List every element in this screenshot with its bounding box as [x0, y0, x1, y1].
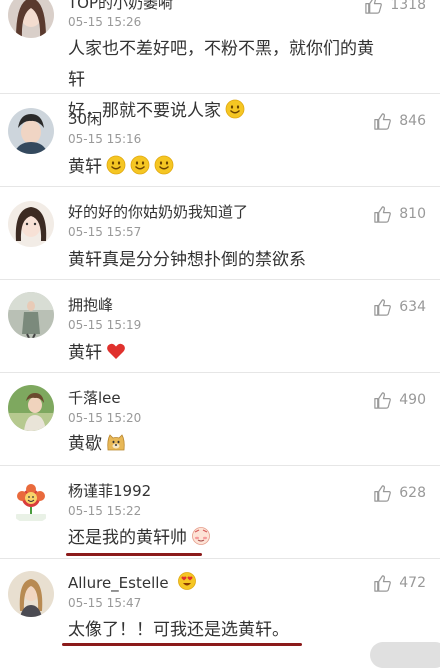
timestamp: 05-15 15:57	[68, 225, 142, 239]
smile-emoji-icon	[154, 155, 174, 175]
username[interactable]: Allure_Estelle	[68, 571, 197, 592]
comment-item: TOP的小奶萎嗬 05-15 15:26 1318 人家也不差好吧，不粉不黑，就…	[0, 0, 440, 121]
like-button[interactable]: 628	[373, 482, 426, 504]
avatar[interactable]	[8, 385, 54, 431]
comment-text-line: 黄轩	[68, 157, 102, 177]
username[interactable]: 好的好的你姑奶奶我知道了	[68, 201, 248, 222]
timestamp: 05-15 15:20	[68, 411, 142, 425]
smile-emoji-icon	[106, 155, 126, 175]
avatar[interactable]	[8, 571, 54, 617]
comment-text: 黄轩真是分分钟想扑倒的禁欲系	[68, 245, 368, 276]
like-count: 1318	[390, 0, 426, 13]
avatar[interactable]	[8, 0, 54, 38]
like-count: 628	[399, 485, 426, 501]
comment-item: Allure_Estelle 05-15 15:47 472 太像了！！可我还是…	[0, 559, 440, 668]
shy-emoji-icon	[191, 526, 211, 546]
thumbs-up-icon	[374, 112, 392, 130]
comment-item: 好的好的你姑奶奶我知道了 05-15 15:57 810 黄轩真是分分钟想扑倒的…	[0, 187, 440, 279]
annotation-underline	[62, 643, 302, 646]
comment-text-line: 还是我的黄轩帅	[68, 528, 187, 548]
like-count: 634	[399, 299, 426, 315]
comment-item: 千落lee 05-15 15:20 490 黄歇	[0, 373, 440, 465]
like-count: 846	[399, 113, 426, 129]
like-button[interactable]: 1318	[364, 0, 426, 16]
avatar[interactable]	[8, 478, 54, 524]
annotation-underline	[66, 553, 202, 556]
floating-button[interactable]	[370, 642, 440, 668]
timestamp: 05-15 15:26	[68, 15, 142, 29]
thumbs-up-icon	[374, 574, 392, 592]
like-count: 810	[399, 206, 426, 222]
comment-text: 黄轩	[68, 338, 368, 369]
doge-emoji-icon	[106, 432, 126, 452]
timestamp: 05-15 15:16	[68, 132, 142, 146]
comment-text: 太像了！！可我还是选黄轩。	[68, 615, 368, 646]
username-text: Allure_Estelle	[68, 574, 169, 592]
timestamp: 05-15 15:47	[68, 596, 142, 610]
like-count: 490	[399, 392, 426, 408]
thumbs-up-icon	[374, 484, 392, 502]
avatar[interactable]	[8, 108, 54, 154]
comment-item: 30闲 05-15 15:16 846 黄轩	[0, 94, 440, 186]
comment-text-line: 人家也不差好吧，不粉不黑，就你们的黄轩	[68, 39, 374, 90]
avatar[interactable]	[8, 292, 54, 338]
username[interactable]: TOP的小奶萎嗬	[68, 0, 173, 13]
thumbs-up-icon	[365, 0, 383, 14]
smile-emoji-icon	[130, 155, 150, 175]
thumbs-up-icon	[374, 205, 392, 223]
comment-text-line: 黄轩	[68, 343, 102, 363]
comment-text-line: 黄歇	[68, 434, 102, 454]
like-button[interactable]: 810	[373, 203, 426, 225]
like-button[interactable]: 472	[373, 572, 426, 594]
comment-text-line: 黄轩真是分分钟想扑倒的禁欲系	[68, 250, 306, 270]
thumbs-up-icon	[374, 298, 392, 316]
red-heart-emoji-icon	[106, 341, 126, 361]
heart-eyes-emoji-icon	[177, 571, 197, 591]
comment-text-line: 太像了！！可我还是选黄轩。	[68, 620, 289, 640]
username[interactable]: 拥抱峰	[68, 294, 113, 315]
timestamp: 05-15 15:22	[68, 504, 142, 518]
username[interactable]: 杨谨菲1992	[68, 480, 151, 501]
avatar[interactable]	[8, 201, 54, 247]
like-button[interactable]: 634	[373, 296, 426, 318]
comment-text: 黄轩	[68, 152, 368, 183]
comment-item: 拥抱峰 05-15 15:19 634 黄轩	[0, 280, 440, 372]
username[interactable]: 千落lee	[68, 387, 121, 408]
comment-text: 黄歇	[68, 429, 368, 460]
like-button[interactable]: 490	[373, 389, 426, 411]
like-count: 472	[399, 575, 426, 591]
comment-item: 杨谨菲1992 05-15 15:22 628 还是我的黄轩帅	[0, 466, 440, 558]
like-button[interactable]: 846	[373, 110, 426, 132]
comment-text: 还是我的黄轩帅	[68, 523, 368, 554]
thumbs-up-icon	[374, 391, 392, 409]
username[interactable]: 30闲	[68, 108, 102, 129]
timestamp: 05-15 15:19	[68, 318, 142, 332]
